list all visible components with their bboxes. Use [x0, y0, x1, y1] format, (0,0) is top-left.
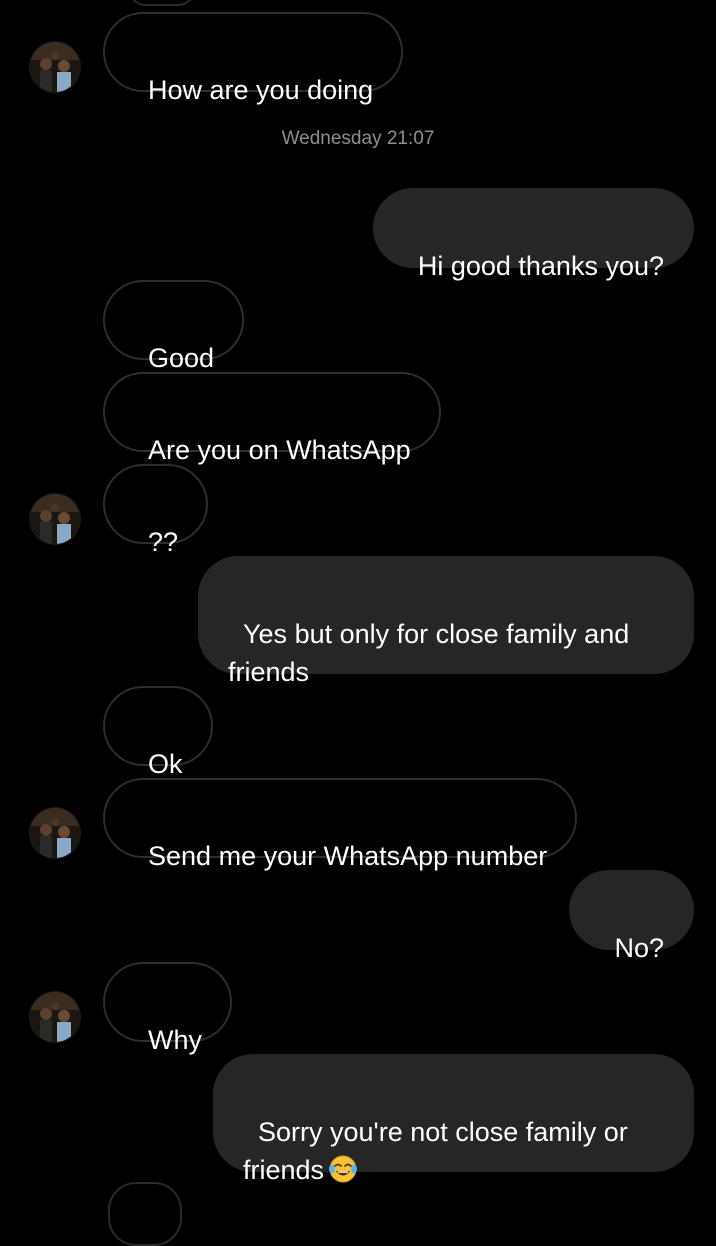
message-bubble-partial-top: [128, 0, 196, 6]
message-text: Yes but only for close family and friend…: [228, 619, 637, 687]
incoming-message[interactable]: ??: [103, 464, 209, 557]
incoming-message[interactable]: How are you doing: [103, 12, 404, 105]
message-text: Sorry you're not close family or friends: [243, 1117, 636, 1185]
incoming-message[interactable]: Send me your WhatsApp number: [103, 778, 578, 871]
message-bubble-partial-bottom: [108, 1182, 182, 1246]
message-text: Why: [148, 1025, 203, 1055]
contact-avatar[interactable]: [30, 808, 80, 858]
outgoing-message[interactable]: No?: [569, 870, 694, 963]
face-with-tears-of-joy-icon: [328, 1154, 358, 1184]
incoming-message[interactable]: Good: [103, 280, 245, 373]
contact-avatar-photo-icon: [30, 494, 80, 544]
contact-avatar[interactable]: [30, 42, 80, 92]
contact-avatar[interactable]: [30, 494, 80, 544]
message-text: How are you doing: [148, 75, 374, 105]
contact-avatar-photo-icon: [30, 992, 80, 1042]
message-text: Hi good thanks you?: [417, 251, 664, 281]
outgoing-message[interactable]: Hi good thanks you?: [372, 188, 694, 281]
message-text: Good: [148, 343, 215, 373]
message-text: Send me your WhatsApp number: [148, 841, 548, 871]
contact-avatar-photo-icon: [30, 808, 80, 858]
incoming-message[interactable]: Ok: [103, 686, 213, 779]
message-text: Ok: [148, 749, 183, 779]
incoming-message[interactable]: Are you on WhatsApp: [103, 372, 441, 465]
message-text: ??: [148, 527, 179, 557]
message-text: Are you on WhatsApp: [148, 435, 411, 465]
incoming-message[interactable]: Why: [103, 962, 233, 1055]
conversation-timestamp: Wednesday 21:07: [281, 128, 435, 149]
contact-avatar-photo-icon: [30, 42, 80, 92]
message-text: No?: [614, 933, 664, 963]
outgoing-message[interactable]: Yes but only for close family and friend…: [198, 556, 694, 687]
contact-avatar[interactable]: [30, 992, 80, 1042]
outgoing-message[interactable]: Sorry you're not close family or friends: [213, 1054, 694, 1185]
